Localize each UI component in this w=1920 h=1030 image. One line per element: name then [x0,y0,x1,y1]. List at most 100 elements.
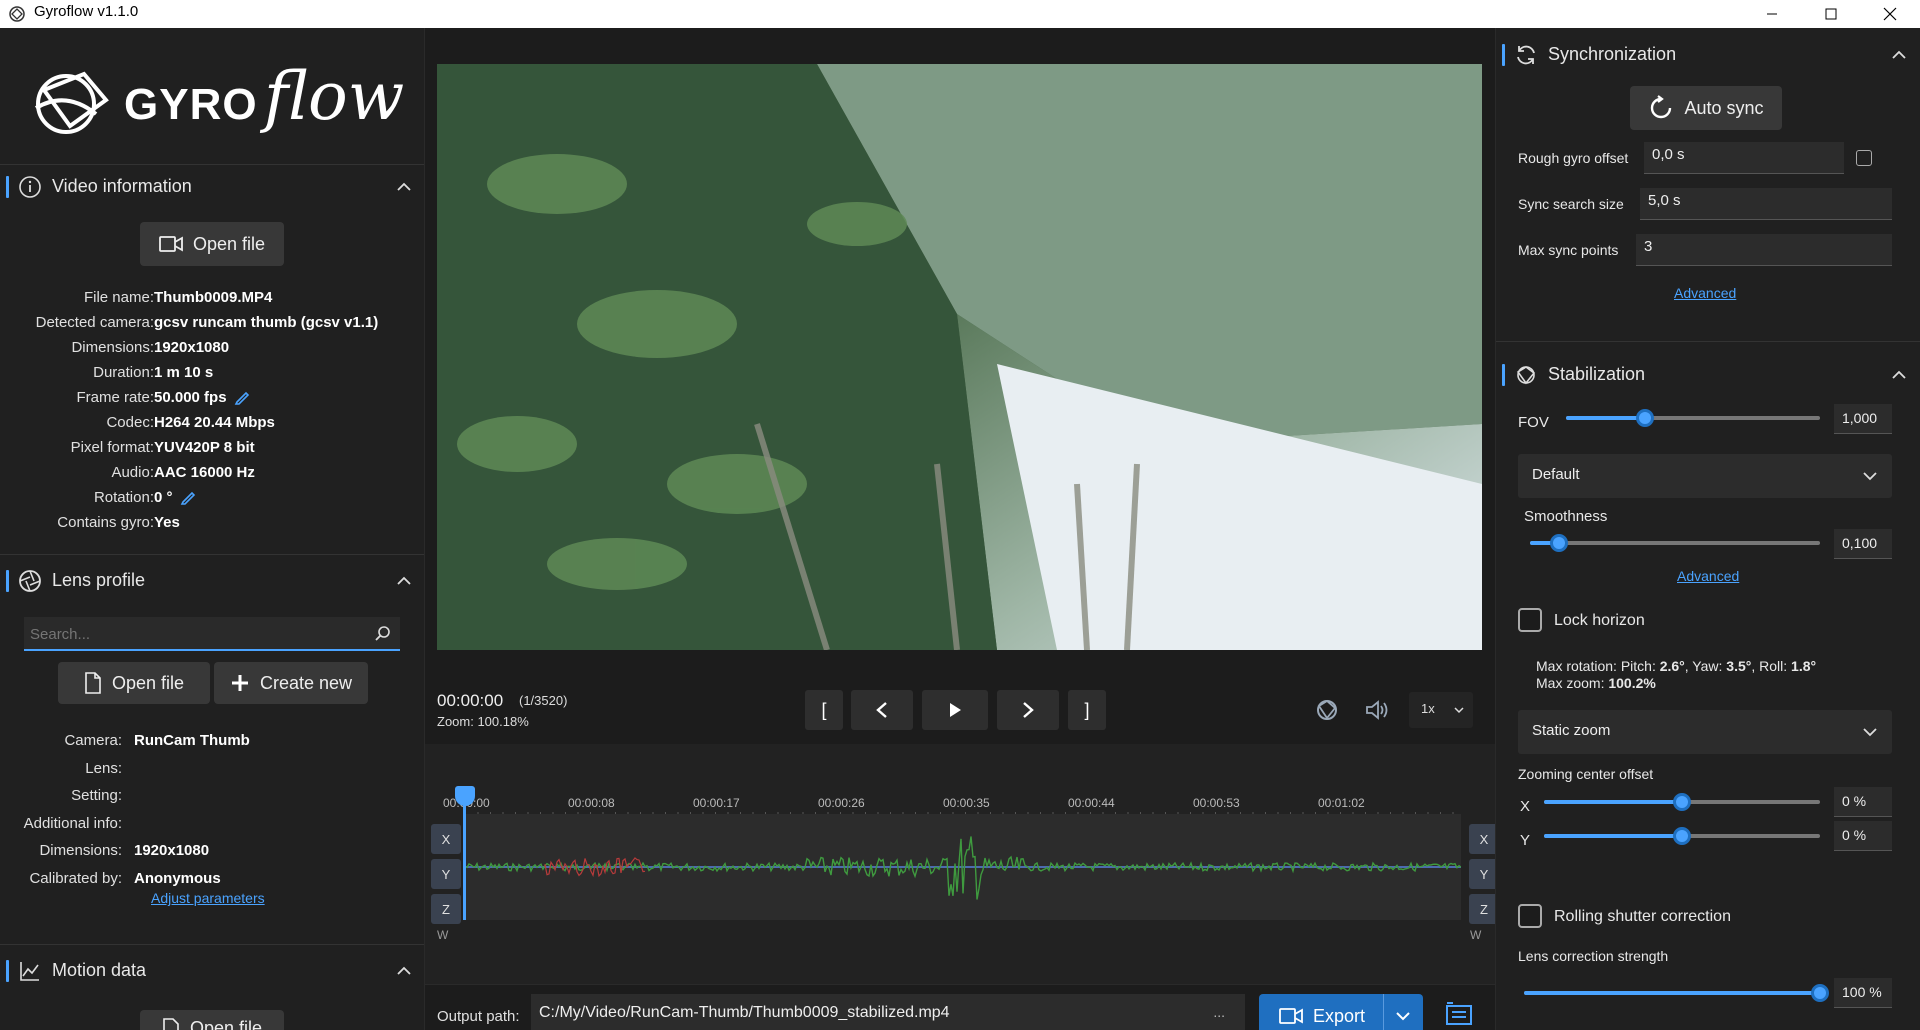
play-icon [950,703,961,717]
output-path-field[interactable]: C:/My/Video/RunCam-Thumb/Thumb0009_stabi… [531,994,1245,1030]
set-out-point-button[interactable]: ] [1068,690,1106,730]
motion-data-header[interactable]: Motion data [0,948,425,994]
play-button[interactable] [922,690,988,730]
max-sync-points-label: Max sync points [1518,242,1619,258]
lens-open-file-button[interactable]: Open file [58,662,210,704]
max-sync-points-value: 3 [1644,238,1653,255]
lens-profile-header[interactable]: Lens profile [0,558,425,604]
chevron-up-icon[interactable] [1890,46,1908,64]
fov-value-input[interactable]: 1,000 [1834,404,1892,434]
fov-slider[interactable] [1566,403,1820,433]
create-new-button[interactable]: Create new [214,662,368,704]
adjust-parameters-link[interactable]: Adjust parameters [151,890,265,906]
rolling-shutter-checkbox[interactable] [1518,904,1542,928]
slider-track[interactable] [1530,541,1820,545]
close-button[interactable] [1862,0,1918,28]
max-sync-points-input[interactable]: 3 [1636,234,1892,266]
slider-knob[interactable] [1673,793,1691,811]
search-icon[interactable] [374,625,392,643]
lens-correction-slider[interactable] [1524,978,1829,1008]
slider-track[interactable] [1524,991,1820,995]
info-key: Audio: [111,464,154,481]
sync-advanced-link[interactable]: Advanced [1674,285,1736,301]
slider-knob[interactable] [1635,409,1654,427]
roll-value: 1.8° [1791,658,1817,674]
timeline-tick-label: 00:00:44 [1068,796,1115,810]
chevron-up-icon[interactable] [395,962,413,980]
chevron-down-icon[interactable] [1395,1010,1411,1022]
browse-button[interactable]: ... [1213,1004,1225,1020]
stab-advanced-link[interactable]: Advanced [1677,568,1739,584]
offset-x-slider[interactable] [1544,787,1820,817]
set-in-point-button[interactable]: [ [805,690,843,730]
next-frame-button[interactable] [997,690,1059,730]
sync-search-size-input[interactable]: 5,0 s [1640,188,1892,220]
lens-search-input[interactable] [30,623,360,645]
axis-toggle-z[interactable]: Z [431,894,461,924]
video-camera-icon [1279,1008,1303,1024]
axis-toggle-y[interactable]: Y [431,859,461,889]
edit-pencil-icon[interactable] [234,389,250,409]
lens-correction-strength-label: Lens correction strength [1518,948,1669,964]
playhead-handle[interactable] [455,786,475,806]
auto-sync-label: Auto sync [1684,97,1764,118]
render-queue-icon[interactable] [1445,1002,1473,1028]
video-info-row: Rotation: 0 ° [0,486,425,511]
rough-gyro-offset-input[interactable]: 0,0 s [1644,142,1844,174]
axis-toggle-x[interactable]: X [431,824,461,854]
offset-y-slider[interactable] [1544,821,1820,851]
info-value: YUV420P 8 bit [154,439,255,456]
slider-knob[interactable] [1811,984,1829,1002]
stabilization-header[interactable]: Stabilization [1496,352,1920,398]
timeline-tick-label: 00:00:08 [568,796,615,810]
left-panel: GYRO flow Video information Open file Fi… [0,28,425,1030]
timeline-tick-label: 00:01:02 [1318,796,1365,810]
slider-knob[interactable] [1673,827,1691,845]
export-button[interactable]: Export [1259,994,1423,1030]
smoothness-slider[interactable] [1530,528,1820,558]
info-value: Yes [154,514,180,531]
title-bar: Gyroflow v1.1.0 [0,0,1920,28]
offset-x-input[interactable]: 0 % [1834,787,1892,817]
lens-search-box[interactable] [24,617,400,651]
chevron-down-icon [1863,472,1877,481]
smoothing-method-value: Default [1532,466,1580,483]
smoothness-label: Smoothness [1524,508,1608,525]
chevron-up-icon[interactable] [395,572,413,590]
rough-offset-checkbox[interactable] [1856,150,1872,166]
playback-speed-select[interactable]: 1x [1409,692,1473,728]
offset-y-input[interactable]: 0 % [1834,821,1892,851]
plus-icon [231,675,248,691]
edit-pencil-icon[interactable] [180,489,196,509]
info-key: Duration: [93,364,154,381]
section-accent [1502,364,1505,386]
lens-info-row: Additional info: [0,811,425,838]
volume-icon[interactable] [1365,698,1391,722]
video-info-header[interactable]: Video information [0,164,425,210]
chevron-up-icon[interactable] [395,178,413,196]
slider-track[interactable] [1566,416,1820,420]
chevron-up-icon[interactable] [1890,366,1908,384]
gyro-graph[interactable] [464,814,1462,920]
open-video-button[interactable]: Open file [140,222,284,266]
video-frame [437,64,1482,650]
info-key: Dimensions: [71,339,154,356]
minimize-button[interactable] [1744,0,1800,28]
lens-open-file-label: Open file [111,672,185,693]
video-preview[interactable] [437,64,1482,650]
previous-frame-button[interactable] [851,690,913,730]
slider-knob[interactable] [1550,534,1568,552]
lens-correction-value-input[interactable]: 100 % [1834,978,1892,1008]
zoom-mode-select[interactable]: Static zoom [1518,710,1892,754]
smoothing-method-select[interactable]: Default [1518,454,1892,498]
info-value: gcsv runcam thumb (gcsv v1.1) [154,314,379,331]
lock-horizon-checkbox[interactable] [1518,608,1542,632]
maximize-button[interactable] [1803,0,1859,28]
offset-x-label: X [1520,798,1531,815]
smoothness-value-input[interactable]: 0,100 [1834,529,1892,559]
stabilization-toggle-icon[interactable] [1313,696,1341,724]
auto-sync-button[interactable]: Auto sync [1630,86,1782,130]
info-value: Thumb0009.MP4 [154,289,273,306]
motion-open-file-button[interactable]: Open file [140,1010,284,1030]
synchronization-header[interactable]: Synchronization [1496,32,1920,78]
